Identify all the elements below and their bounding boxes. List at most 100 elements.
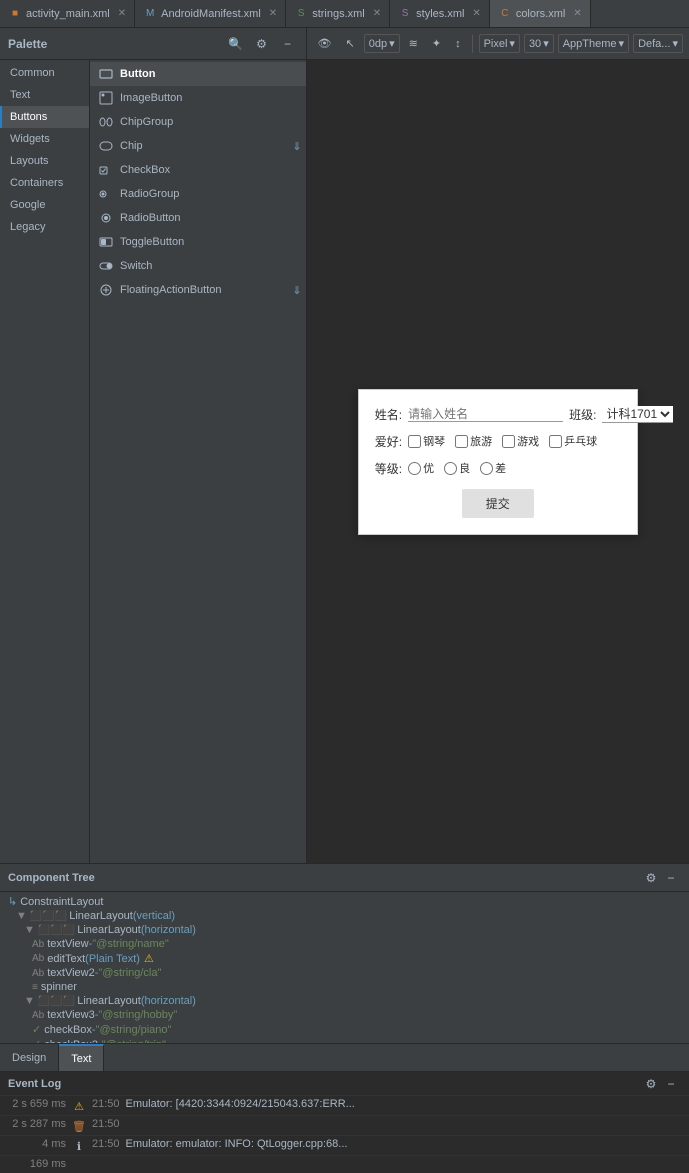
event-text-1: Emulator: [4420:3344:0924/215043.637:ERR… — [126, 1098, 683, 1110]
submit-button[interactable]: 提交 — [462, 489, 534, 518]
fab-icon — [98, 282, 114, 298]
checkbox-games: 游戏 — [502, 433, 539, 449]
fab-download-icon[interactable]: ⇓ — [292, 284, 301, 297]
sidebar-item-widgets[interactable]: Widgets — [0, 128, 89, 150]
palette-item-button[interactable]: Button — [90, 62, 306, 86]
tree-node-edittext[interactable]: Ab editText (Plain Text) ⚠ — [0, 951, 689, 966]
component-tree-minimize[interactable]: − — [661, 868, 681, 888]
sidebar-item-legacy[interactable]: Legacy — [0, 216, 89, 238]
checkbox-pingpong-label: 乒乓球 — [564, 433, 597, 449]
tab-close-colors[interactable]: ✕ — [573, 8, 581, 19]
palette-settings-btn[interactable]: ⚙ — [252, 34, 272, 54]
palette-search-btn[interactable]: 🔍 — [226, 34, 246, 54]
bottom-section: Component Tree ⚙ − ↳ ConstraintLayout ▼ … — [0, 863, 689, 1173]
tree-node-checkbox2[interactable]: ✓ checkBox2 - "@string/trip" — [0, 1037, 689, 1043]
theme-dropdown[interactable]: AppTheme ▾ — [558, 34, 629, 53]
magic-btn[interactable]: ✦ — [427, 35, 446, 52]
tab-text[interactable]: Text — [59, 1044, 104, 1071]
tree-node-textview[interactable]: Ab textView - "@string/name" — [0, 937, 689, 951]
sidebar-item-layouts[interactable]: Layouts — [0, 150, 89, 172]
radio-excellent-label: 优 — [423, 460, 434, 476]
grade-radios: 优 良 差 — [408, 460, 506, 476]
palette-title: Palette — [8, 37, 226, 51]
checkbox-pingpong-input[interactable] — [549, 435, 562, 448]
event-time-4: 169 ms — [6, 1158, 66, 1170]
button-icon — [98, 66, 114, 82]
align-btn[interactable]: ↕ — [450, 36, 466, 52]
default-dropdown-arrow: ▾ — [672, 37, 678, 50]
radio-good-label: 良 — [459, 460, 470, 476]
api-dropdown[interactable]: 30 ▾ — [524, 34, 554, 53]
tab-android-manifest[interactable]: M AndroidManifest.xml ✕ — [135, 0, 286, 27]
sidebar-item-common[interactable]: Common — [0, 62, 89, 84]
component-tree-settings[interactable]: ⚙ — [641, 868, 661, 888]
tree-node-textview3[interactable]: Ab textView3 - "@string/hobby" — [0, 1008, 689, 1022]
tab-strings[interactable]: S strings.xml ✕ — [286, 0, 390, 27]
palette-content: Common Text Buttons Widgets Layouts Cont… — [0, 60, 306, 863]
tab-close-strings[interactable]: ✕ — [373, 8, 381, 19]
palette-item-imagebutton[interactable]: ImageButton — [90, 86, 306, 110]
sidebar-item-google[interactable]: Google — [0, 194, 89, 216]
tab-colors-label: colors.xml — [516, 8, 566, 20]
tab-bar: ■ activity_main.xml ✕ M AndroidManifest.… — [0, 0, 689, 28]
sidebar-item-containers[interactable]: Containers — [0, 172, 89, 194]
wave-btn[interactable]: ≋ — [404, 35, 423, 52]
checkbox-piano: 钢琴 — [408, 433, 445, 449]
default-dropdown[interactable]: Defa... ▾ — [633, 34, 683, 53]
sidebar-item-text[interactable]: Text — [0, 84, 89, 106]
class-spinner[interactable]: 计科1701 — [602, 406, 673, 423]
margin-dropdown[interactable]: 0dp ▾ — [364, 34, 400, 53]
imagebutton-icon — [98, 90, 114, 106]
palette-item-radiobutton[interactable]: RadioButton — [90, 206, 306, 230]
palette-item-switch[interactable]: Switch — [90, 254, 306, 278]
palette-item-fab[interactable]: FloatingActionButton ⇓ — [90, 278, 306, 302]
visibility-btn[interactable]: 👁 — [313, 35, 337, 52]
checkbox-piano-input[interactable] — [408, 435, 421, 448]
tree-node-spinner[interactable]: ≡ spinner — [0, 980, 689, 994]
api-label: 30 — [529, 38, 541, 50]
margin-dropdown-arrow: ▾ — [389, 37, 395, 50]
tab-activity-main-label: activity_main.xml — [26, 8, 110, 20]
chipgroup-icon — [98, 114, 114, 130]
radio-good-input[interactable] — [444, 462, 457, 475]
palette-minimize-btn[interactable]: − — [278, 34, 298, 54]
radio-excellent-input[interactable] — [408, 462, 421, 475]
component-tree-title: Component Tree — [8, 872, 641, 884]
tab-close-styles[interactable]: ✕ — [472, 8, 480, 19]
tree-node-linearlayout-v[interactable]: ▼ ⬛⬛⬛ LinearLayout (vertical) — [0, 909, 689, 923]
palette-item-chip[interactable]: Chip ⇓ — [90, 134, 306, 158]
device-dropdown[interactable]: Pixel ▾ — [479, 34, 520, 53]
tree-node-textview2[interactable]: Ab textView2 - "@string/cla" — [0, 966, 689, 980]
chip-download-icon[interactable]: ⇓ — [292, 140, 301, 153]
design-canvas: 姓名: 班级: 计科1701 爱好: 钢琴 — [307, 60, 689, 863]
tab-close-activity[interactable]: ✕ — [118, 8, 126, 19]
sidebar-item-buttons[interactable]: Buttons — [0, 106, 89, 128]
tab-styles[interactable]: S styles.xml ✕ — [390, 0, 490, 27]
tab-styles-label: styles.xml — [416, 8, 464, 20]
tree-node-linearlayout-h2[interactable]: ▼ ⬛⬛⬛ LinearLayout (horizontal) — [0, 994, 689, 1008]
checkbox-games-input[interactable] — [502, 435, 515, 448]
tree-node-linearlayout-h1[interactable]: ▼ ⬛⬛⬛ LinearLayout (horizontal) — [0, 923, 689, 937]
cursor-btn[interactable]: ↖ — [341, 35, 360, 52]
edittext-warning-icon: ⚠ — [144, 952, 154, 965]
tree-node-constraint[interactable]: ↳ ConstraintLayout — [0, 894, 689, 909]
palette-item-checkbox[interactable]: CheckBox — [90, 158, 306, 182]
radio-good: 良 — [444, 460, 470, 476]
radio-poor-input[interactable] — [480, 462, 493, 475]
checkbox-games-label: 游戏 — [517, 433, 539, 449]
event-log-settings[interactable]: ⚙ — [641, 1074, 661, 1094]
event-info2-icon — [72, 1159, 86, 1173]
event-log-minimize[interactable]: − — [661, 1074, 681, 1094]
palette-item-chipgroup[interactable]: ChipGroup — [90, 110, 306, 134]
checkbox-trip-input[interactable] — [455, 435, 468, 448]
component-tree-header: Component Tree ⚙ − — [0, 864, 689, 892]
tree-node-checkbox[interactable]: ✓ checkBox - "@string/piano" — [0, 1022, 689, 1037]
palette-item-radiogroup[interactable]: RadioGroup — [90, 182, 306, 206]
tab-activity-main[interactable]: ■ activity_main.xml ✕ — [0, 0, 135, 27]
tab-colors[interactable]: C colors.xml ✕ — [490, 0, 591, 27]
tab-design[interactable]: Design — [0, 1044, 59, 1071]
palette-item-togglebutton[interactable]: ToggleButton — [90, 230, 306, 254]
tab-close-manifest[interactable]: ✕ — [269, 8, 277, 19]
tree-content: ↳ ConstraintLayout ▼ ⬛⬛⬛ LinearLayout (v… — [0, 892, 689, 1043]
name-input[interactable] — [408, 407, 563, 422]
